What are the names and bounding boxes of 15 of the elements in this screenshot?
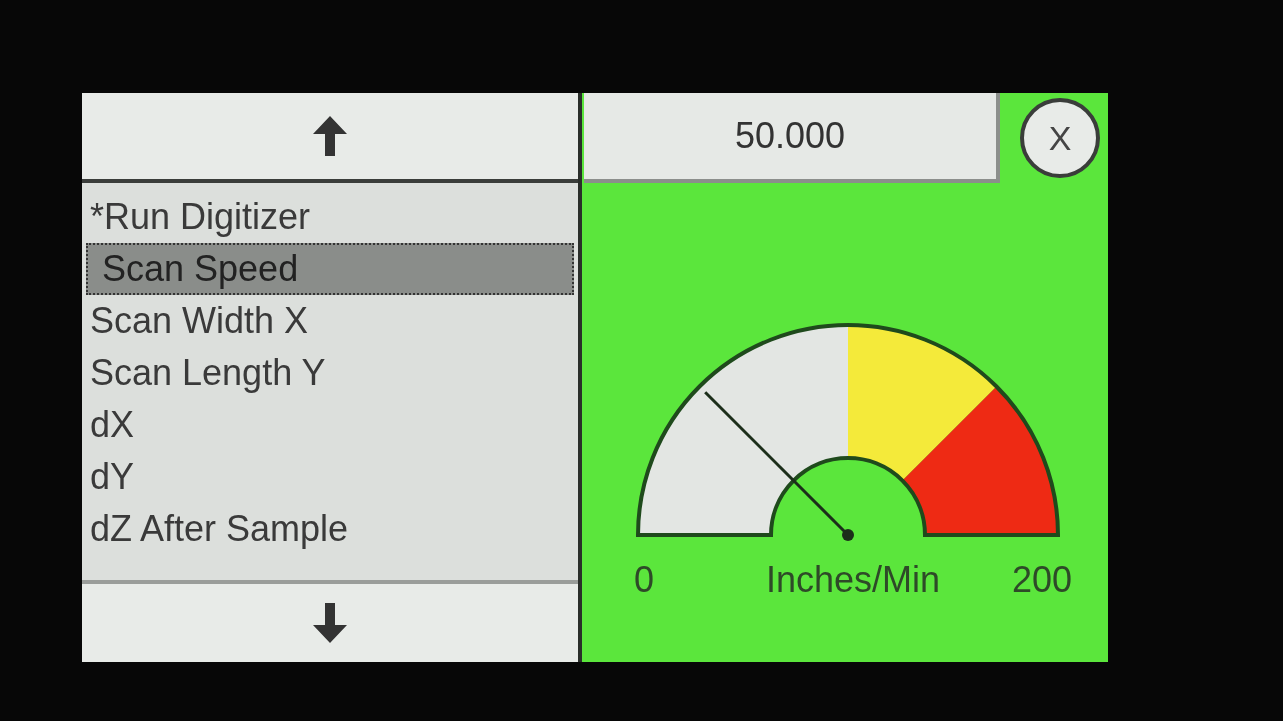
value-field[interactable]: 50.000 [584,93,1000,183]
menu-item[interactable]: dZ After Sample [86,503,574,555]
menu-item[interactable]: Scan Length Y [86,347,574,399]
menu-item[interactable]: dX [86,399,574,451]
menu-item[interactable]: dY [86,451,574,503]
close-button[interactable]: X [1020,98,1100,178]
menu-item[interactable]: Scan Width X [86,295,574,347]
down-arrow-icon [313,603,347,643]
gauge-min-label: 0 [634,558,655,602]
up-arrow-icon [313,116,347,156]
gauge-unit-label: Inches/Min [765,558,940,602]
menu-item[interactable]: *Run Digitizer [86,191,574,243]
gauge-max-label: 200 [1011,558,1072,602]
scroll-up-button[interactable] [82,93,578,183]
menu-item[interactable]: Scan Speed [86,243,574,295]
